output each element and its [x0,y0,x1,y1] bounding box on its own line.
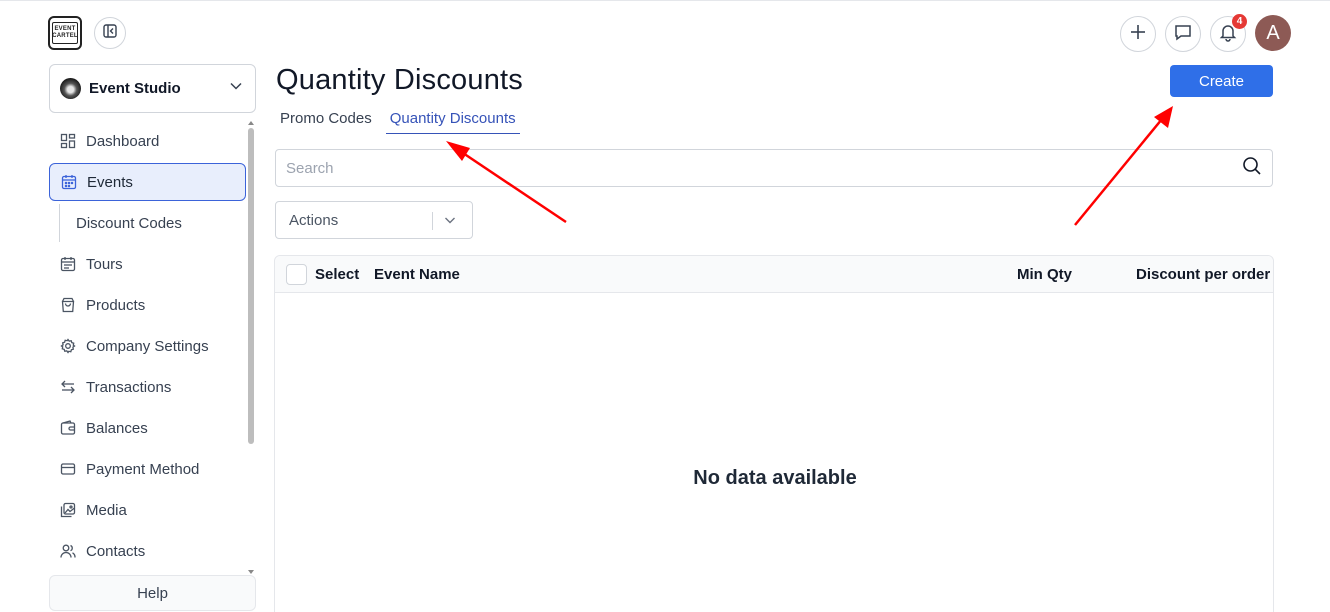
scroll-down-arrow[interactable] [248,570,254,574]
sidebar-nav: Dashboard Events Discount Codes Tours Pr… [49,122,246,573]
top-divider [0,0,1330,1]
sidebar-item-dashboard[interactable]: Dashboard [49,122,246,160]
event-cartel-logo[interactable]: EVENT CARTEL [48,16,82,50]
sidebar-item-discount-codes[interactable]: Discount Codes [49,204,246,242]
sidebar-item-label: Events [87,173,133,191]
dashboard-icon [59,133,76,150]
dropdown-separator [432,212,433,230]
logo-text-line-2: CARTEL [52,33,78,39]
images-icon [59,502,76,519]
swap-icon [59,379,76,396]
chevron-down-icon [443,213,457,231]
sidebar-item-products[interactable]: Products [49,286,246,324]
column-header-event-name[interactable]: Event Name [374,266,460,283]
studio-name: Event Studio [89,80,181,97]
bag-icon [59,297,76,314]
add-button[interactable] [1120,16,1156,52]
scroll-up-arrow[interactable] [248,121,254,125]
sidebar-scrollbar[interactable] [247,121,255,574]
empty-state-text: No data available [693,467,857,489]
sidebar-item-label: Products [86,296,146,314]
select-all-checkbox[interactable] [286,264,307,285]
studio-avatar [60,78,81,99]
page-title: Quantity Discounts [276,64,523,96]
sidebar-item-label: Company Settings [86,337,209,355]
search-icon[interactable] [1242,156,1262,181]
column-header-min-qty[interactable]: Min Qty [1017,266,1072,283]
tab-quantity-discounts[interactable]: Quantity Discounts [385,108,520,134]
card-icon [59,461,76,478]
notifications-button[interactable]: 4 [1210,14,1247,52]
sidebar-item-label: Media [86,501,127,519]
plus-icon [1129,23,1147,46]
studio-selector[interactable]: Event Studio [49,64,256,113]
sidebar-item-label: Discount Codes [76,214,182,232]
discount-tabs: Promo Codes Quantity Discounts [276,108,530,134]
sidebar-item-contacts[interactable]: Contacts [49,532,246,570]
sidebar-item-label: Transactions [86,378,172,396]
actions-label: Actions [289,211,339,229]
sidebar-item-label: Contacts [86,542,146,560]
collapse-sidebar-button[interactable] [94,17,126,49]
sidebar-collapse-icon [102,23,118,44]
sidebar-item-label: Balances [86,419,148,437]
sidebar-item-payment-method[interactable]: Payment Method [49,450,246,488]
help-button[interactable]: Help [49,575,256,611]
sidebar-item-transactions[interactable]: Transactions [49,368,246,406]
chat-icon [1173,22,1193,47]
logo-text-line-1: EVENT [54,26,76,32]
actions-dropdown[interactable]: Actions [275,201,473,239]
sidebar-item-label: Tours [86,255,123,273]
sidebar-item-media[interactable]: Media [49,491,246,529]
wallet-icon [59,420,76,437]
sidebar-item-label: Dashboard [86,132,160,150]
table-header: Select Event Name Min Qty Discount per o… [275,256,1273,293]
calendar-icon [60,174,77,191]
create-button[interactable]: Create [1170,65,1273,97]
gear-icon [59,338,76,355]
calendar-list-icon [59,256,76,273]
column-header-select: Select [315,266,360,283]
notification-badge: 4 [1232,14,1247,29]
scrollbar-thumb[interactable] [248,128,254,444]
sidebar-item-label: Payment Method [86,460,200,478]
column-header-discount-per-order[interactable]: Discount per order [1136,266,1270,283]
logo-mark: EVENT CARTEL [52,22,78,44]
users-icon [59,543,76,560]
tab-promo-codes[interactable]: Promo Codes [276,108,376,134]
search-bar [275,149,1273,187]
discounts-table: Select Event Name Min Qty Discount per o… [274,255,1274,612]
sidebar-item-events[interactable]: Events [49,163,246,201]
search-input[interactable] [286,159,1242,177]
user-avatar[interactable]: A [1255,15,1291,51]
messages-button[interactable] [1165,16,1201,52]
sidebar-item-tours[interactable]: Tours [49,245,246,283]
chevron-down-icon [229,79,243,98]
sidebar-item-company-settings[interactable]: Company Settings [49,327,246,365]
sidebar-item-balances[interactable]: Balances [49,409,246,447]
